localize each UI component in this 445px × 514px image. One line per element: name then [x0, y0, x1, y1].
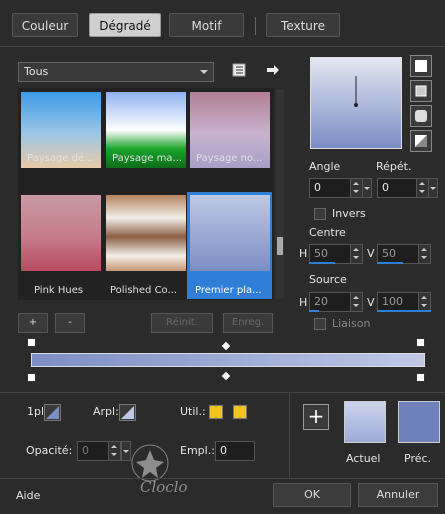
scroll-thumb[interactable]: [277, 237, 283, 255]
center-v-label: V: [367, 247, 375, 260]
save-button[interactable]: Enreg.: [223, 313, 273, 333]
gradient-thumb-5[interactable]: [106, 195, 186, 271]
help-link[interactable]: Aide: [16, 489, 40, 502]
arpl-swatch[interactable]: [119, 404, 136, 421]
gradient-label: Premier pla...: [195, 285, 262, 296]
watermark-logo: Cloclo: [110, 438, 200, 498]
source-v-input[interactable]: 100: [377, 292, 431, 312]
add-stop-button[interactable]: +: [18, 313, 48, 333]
cancel-button[interactable]: Annuler: [358, 483, 438, 507]
tab-degrade[interactable]: Dégradé: [89, 13, 161, 37]
watermark-text: Cloclo: [140, 478, 188, 496]
source-v-label: V: [367, 296, 375, 309]
gradient-thumb-6[interactable]: [190, 195, 270, 271]
style-linear-button[interactable]: [410, 55, 432, 77]
center-h-value: 50: [314, 247, 328, 260]
gradient-label: Pink Hues: [34, 285, 84, 296]
spin-arrows-icon[interactable]: [350, 293, 362, 311]
repeat-label: Répét.: [376, 160, 412, 173]
center-h-label: H: [299, 247, 308, 260]
current-color-swatch[interactable]: [344, 401, 386, 443]
angle-dropdown[interactable]: [362, 178, 372, 198]
gradient-label: Paysage ma...: [112, 153, 183, 164]
source-h-slider[interactable]: [309, 310, 319, 312]
invert-checkbox[interactable]: [314, 208, 326, 220]
dropdown-value: Tous: [24, 65, 49, 78]
start-color-stop[interactable]: [27, 338, 36, 347]
link-label: Liaison: [332, 317, 371, 330]
center-h-slider[interactable]: [309, 262, 335, 264]
style-rect-button[interactable]: [410, 80, 432, 102]
source-v-value: 100: [382, 295, 403, 308]
util-swatch-2[interactable]: [233, 405, 247, 419]
repeat-dropdown[interactable]: [428, 178, 438, 198]
divider: [0, 46, 445, 47]
angle-label: Angle: [309, 160, 341, 173]
remove-stop-button[interactable]: -: [55, 313, 85, 333]
midpoint-marker[interactable]: [221, 341, 231, 351]
start-opacity-stop[interactable]: [27, 373, 36, 382]
chevron-down-icon: [200, 70, 208, 74]
source-label: Source: [309, 273, 347, 286]
angle-value: 0: [314, 181, 321, 194]
arrow-right-icon[interactable]: [266, 63, 280, 77]
gradient-thumb-4[interactable]: [21, 195, 101, 271]
center-label: Centre: [309, 226, 346, 239]
center-v-slider[interactable]: [377, 262, 403, 264]
divider: [0, 478, 445, 479]
gradient-label: Paysage no...: [196, 153, 263, 164]
tab-motif[interactable]: Motif: [169, 13, 244, 37]
plus-icon[interactable]: +: [303, 404, 329, 430]
angle-input[interactable]: 0: [309, 178, 363, 198]
ok-button[interactable]: OK: [273, 483, 351, 507]
end-opacity-stop[interactable]: [416, 373, 425, 382]
opacity-label: Opacité:: [26, 444, 73, 457]
spin-arrows-icon[interactable]: [350, 179, 362, 197]
gradient-category-dropdown[interactable]: Tous: [18, 62, 214, 82]
center-v-value: 50: [382, 247, 396, 260]
opacity-midpoint-marker[interactable]: [221, 371, 231, 381]
previous-label: Préc.: [404, 452, 432, 465]
reset-button[interactable]: Réinit.: [151, 313, 213, 333]
source-h-label: H: [299, 296, 308, 309]
repeat-input[interactable]: 0: [377, 178, 429, 198]
end-color-stop[interactable]: [416, 338, 425, 347]
util-swatch-1[interactable]: [209, 405, 223, 419]
source-h-input[interactable]: 20: [309, 292, 363, 312]
document-icon[interactable]: [232, 63, 246, 77]
center-v-input[interactable]: 50: [377, 244, 431, 264]
tab-separator: [255, 17, 256, 35]
gradient-preview[interactable]: [310, 57, 402, 149]
spin-arrows-icon[interactable]: [416, 179, 428, 197]
tab-couleur[interactable]: Couleur: [12, 13, 78, 37]
gradient-scrollbar[interactable]: [276, 89, 284, 299]
location-value: 0: [220, 444, 227, 457]
opacity-value: 0: [82, 444, 89, 457]
source-h-value: 20: [314, 295, 328, 308]
source-v-slider[interactable]: [377, 310, 431, 312]
location-input[interactable]: 0: [215, 441, 255, 461]
style-radial-button[interactable]: [410, 105, 432, 127]
one-pl-swatch[interactable]: [44, 404, 61, 421]
spin-arrows-icon[interactable]: [418, 293, 430, 311]
util-label: Util.:: [180, 405, 206, 418]
current-label: Actuel: [346, 452, 381, 465]
spin-arrows-icon[interactable]: [350, 245, 362, 263]
style-corner-button[interactable]: [410, 130, 432, 152]
gradient-label: Polished Co...: [110, 285, 178, 296]
previous-color-swatch[interactable]: [398, 401, 440, 443]
tab-texture[interactable]: Texture: [266, 13, 340, 37]
vertical-divider: [289, 393, 290, 478]
spin-arrows-icon[interactable]: [418, 245, 430, 263]
gradient-label: Paysage dé...: [27, 153, 94, 164]
invert-label: Invers: [332, 207, 366, 220]
center-h-input[interactable]: 50: [309, 244, 363, 264]
tab-bar: Couleur Dégradé Motif Texture: [0, 0, 445, 46]
arpl-label: Arpl:: [93, 405, 119, 418]
gradient-bar[interactable]: [31, 353, 425, 367]
link-checkbox[interactable]: [314, 318, 326, 330]
repeat-value: 0: [382, 181, 389, 194]
divider: [0, 392, 445, 393]
